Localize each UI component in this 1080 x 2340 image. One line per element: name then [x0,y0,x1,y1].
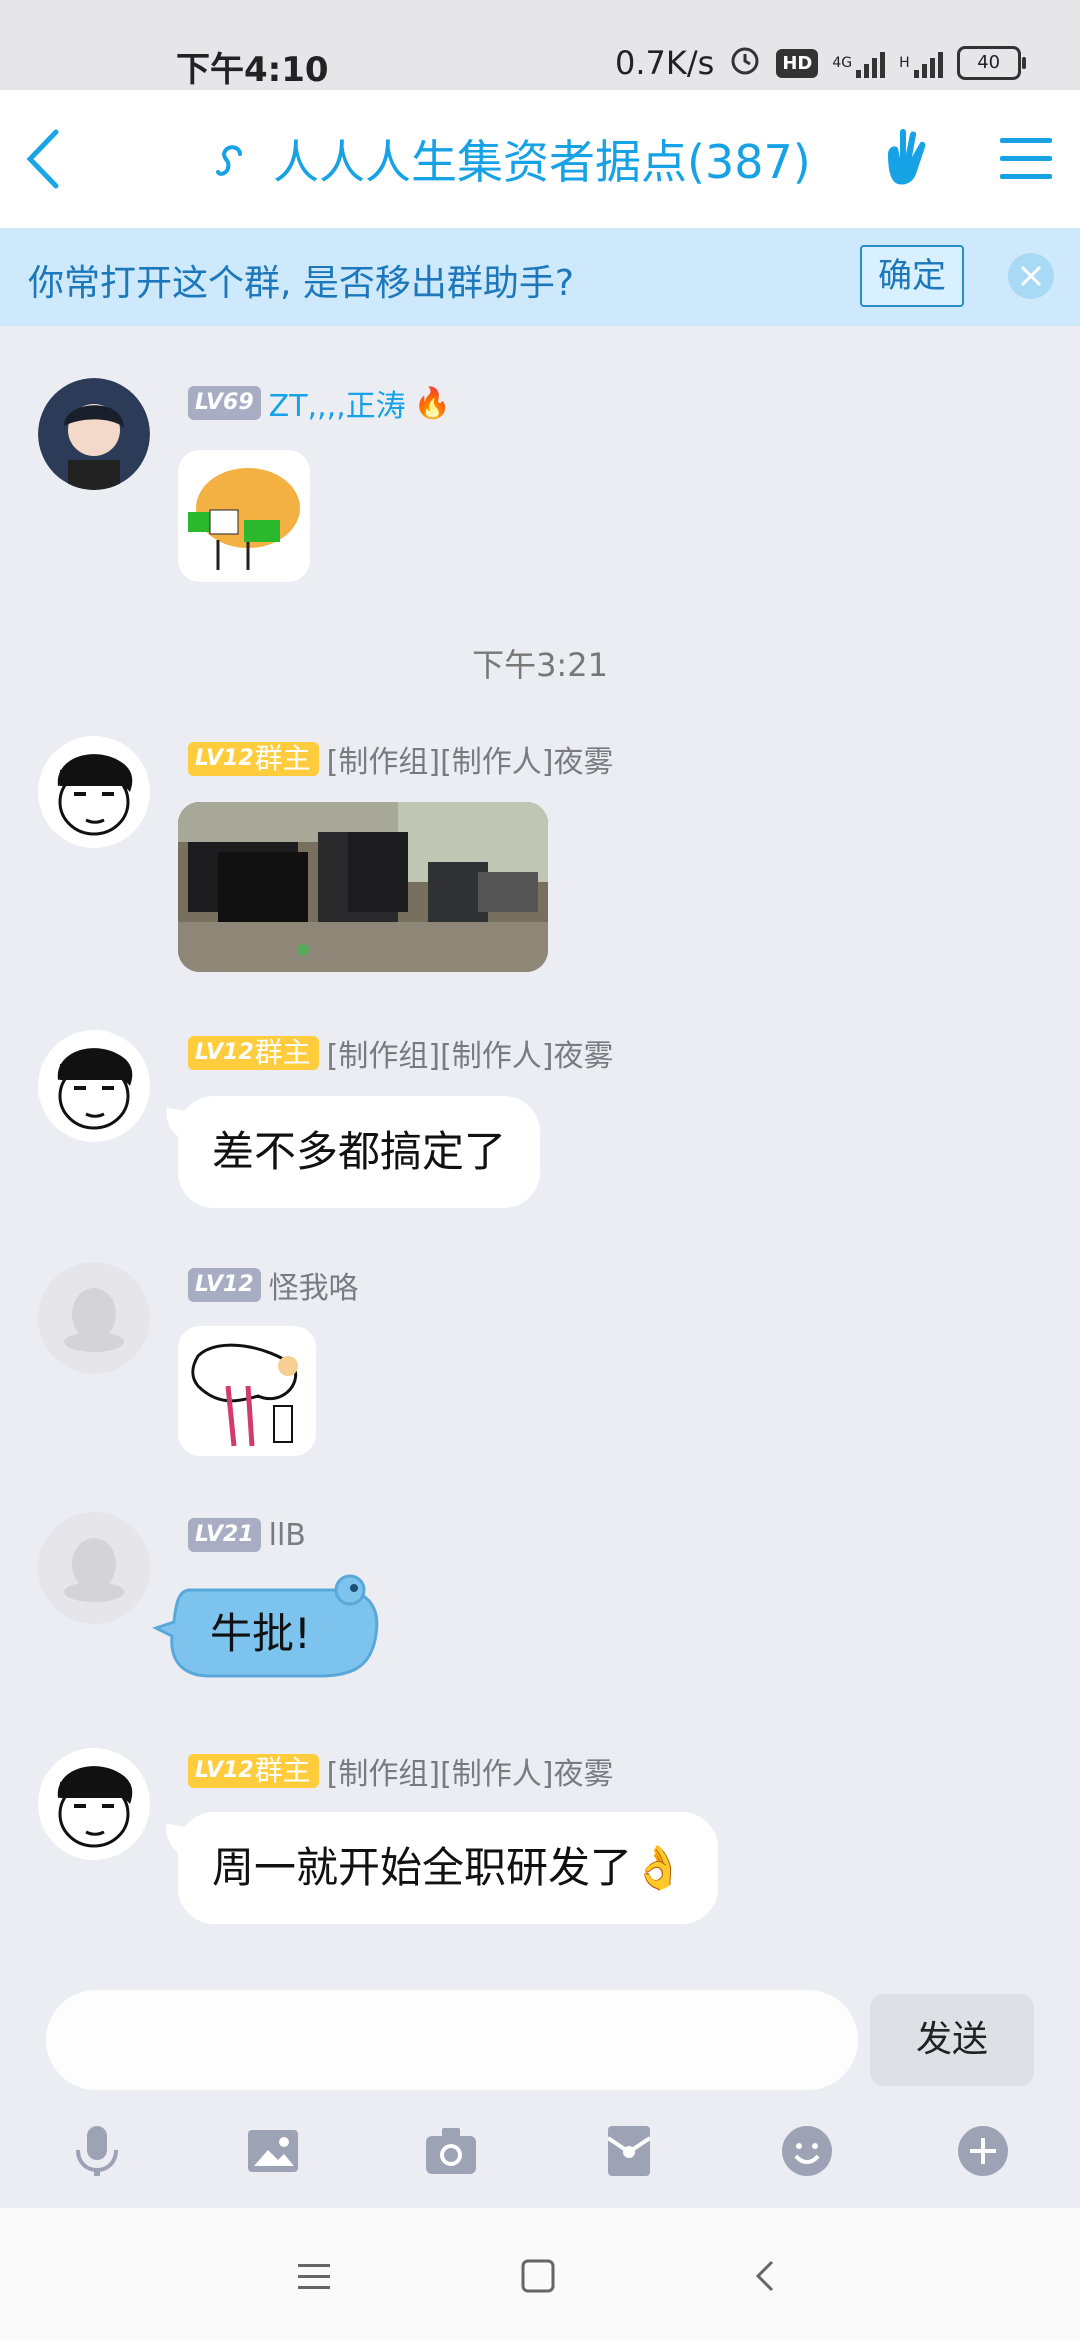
hd-badge: HD [776,48,819,78]
alarm-icon [728,42,762,84]
message-meta: LV12 群主 [制作组][制作人]夜雾 [188,1749,614,1793]
back-nav-icon[interactable] [746,2256,786,2296]
status-bar: 下午4:10 0.7K/s HD 4G H 40 [0,0,1080,90]
badge-group: LV12 群主 [188,1036,319,1070]
level-badge: LV12 [188,742,261,776]
input-toolbar [0,2110,1080,2200]
battery-icon: 40 [956,46,1026,80]
avatar[interactable] [38,1748,150,1860]
mic-icon[interactable] [70,2124,124,2178]
close-icon[interactable] [1008,253,1054,299]
badge-group: LV12 群主 [188,1754,319,1788]
net-type-4g: 4G [832,55,853,71]
red-packet-icon[interactable] [602,2124,656,2178]
badge-group: LV12 群主 [188,742,319,776]
sender-name[interactable]: [制作组][制作人]夜雾 [327,1031,614,1075]
sender-name[interactable]: 怪我咯 [269,1263,359,1307]
level-badge: LV12 [188,1268,261,1302]
recents-icon[interactable] [294,2256,334,2296]
signal-icon [913,48,943,78]
message-meta: LV69 ZT,,,,正涛 🔥 [188,381,452,425]
avatar[interactable] [38,1512,150,1624]
menu-icon[interactable] [1000,134,1052,182]
banner-text: 你常打开这个群, 是否移出群助手? [28,263,574,304]
group-helper-banner: 你常打开这个群, 是否移出群助手? 确定 [0,228,1080,326]
owner-badge: 群主 [252,1754,319,1788]
back-icon[interactable] [16,124,76,194]
level-badge: LV12 [188,1036,261,1070]
message-input[interactable] [46,1990,858,2090]
sender-name[interactable]: [制作组][制作人]夜雾 [327,1749,614,1793]
send-button[interactable]: 发送 [870,1994,1034,2086]
signal-icon [856,48,886,78]
ear-icon [216,145,242,176]
time-separator: 下午3:21 [472,646,608,684]
sticker[interactable] [178,1326,316,1456]
message-meta: LV12 群主 [制作组][制作人]夜雾 [188,1031,614,1075]
status-time: 下午4:10 [176,50,329,90]
net-type-h: H [899,55,910,71]
fire-icon: 🔥 [413,385,452,421]
title-bar: 人人人生集资者据点(387) [0,90,1080,228]
level-badge: LV21 [188,1518,261,1552]
avatar[interactable] [38,378,150,490]
hand-gesture-icon[interactable] [880,124,940,190]
image-icon[interactable] [246,2124,300,2178]
level-badge: LV12 [188,1754,261,1788]
message-meta: LV21 llB [188,1516,306,1554]
status-right: 0.7K/s HD 4G H 40 [615,42,1026,84]
level-badge: LV69 [188,386,261,420]
confirm-button[interactable]: 确定 [860,245,964,307]
emoji-icon[interactable] [780,2124,834,2178]
system-nav-bar [0,2208,1080,2340]
message-meta: LV12 群主 [制作组][制作人]夜雾 [188,737,614,781]
sender-name[interactable]: llB [269,1518,306,1553]
owner-badge: 群主 [252,742,319,776]
message-bubble[interactable]: 差不多都搞定了 [178,1096,541,1208]
message-meta: LV12 怪我咯 [188,1263,359,1307]
camera-icon[interactable] [424,2124,478,2178]
sender-name[interactable]: [制作组][制作人]夜雾 [327,737,614,781]
owner-badge: 群主 [252,1036,319,1070]
avatar[interactable] [38,736,150,848]
avatar[interactable] [38,1262,150,1374]
network-speed: 0.7K/s [615,44,715,82]
avatar[interactable] [38,1030,150,1142]
message-text: 牛批! [210,1609,311,1658]
sticker[interactable] [178,450,310,582]
plus-icon[interactable] [956,2124,1010,2178]
message-bubble[interactable]: 周一就开始全职研发了👌 [178,1812,719,1924]
sender-name[interactable]: ZT,,,,正涛 [269,381,406,425]
hippo-bubble[interactable]: 牛批! [150,1570,390,1690]
chat-title[interactable]: 人人人生集资者据点(387) [273,126,811,192]
photo-message[interactable] [178,802,548,972]
home-icon[interactable] [518,2256,558,2296]
